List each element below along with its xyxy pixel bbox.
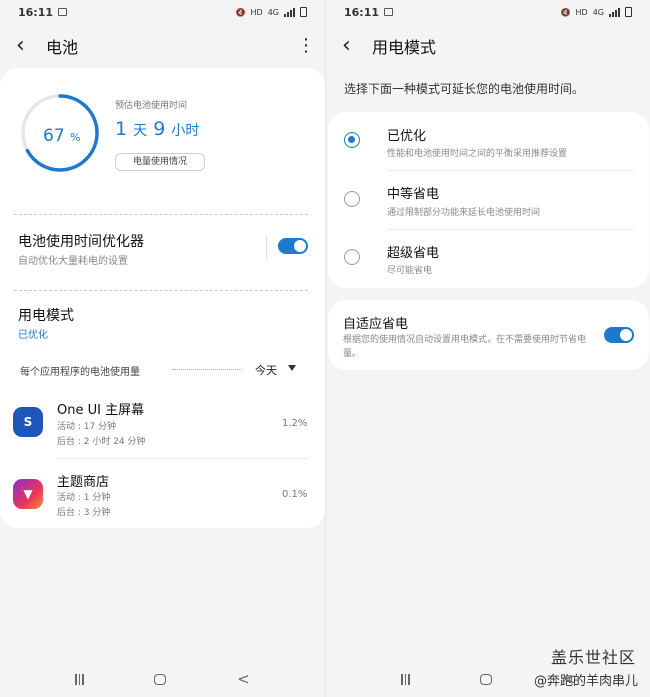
- app-name[interactable]: One UI 主屏幕: [57, 399, 144, 418]
- app-bar: ‹ 用电模式: [326, 24, 650, 68]
- divider: [387, 170, 634, 171]
- divider: [387, 229, 634, 230]
- battery-usage-button[interactable]: 电量使用情况: [115, 153, 205, 171]
- estimate-label: 预估电池使用时间: [115, 101, 188, 111]
- more-options-button[interactable]: ⋮: [297, 37, 315, 55]
- navigation-bar: <: [326, 661, 650, 697]
- per-app-usage-header: 每个应用程序的电池使用量: [20, 367, 140, 378]
- estimate-hours-unit: 小时: [171, 123, 200, 139]
- navigation-bar: <: [0, 661, 325, 697]
- signal-icon: [609, 7, 620, 17]
- divider: [266, 236, 267, 258]
- home-screen-icon[interactable]: S: [13, 407, 43, 437]
- mode-prompt: 选择下面一种模式可延长您的电池使用时间。: [344, 82, 585, 96]
- home-button[interactable]: [154, 673, 167, 685]
- option-title[interactable]: 已优化: [387, 125, 426, 144]
- option-desc: 通过限制部分功能来延长电池使用时间: [387, 208, 541, 218]
- status-time: 16:11: [344, 5, 380, 19]
- recent-apps-button[interactable]: [75, 673, 84, 685]
- option-title[interactable]: 中等省电: [387, 183, 439, 202]
- network-label: 4G: [267, 7, 279, 17]
- power-mode-title[interactable]: 用电模式: [18, 305, 74, 325]
- nav-back-button[interactable]: <: [237, 670, 250, 688]
- optimizer-subtitle: 自动优化大量耗电的设置: [18, 256, 128, 267]
- adaptive-saving-title[interactable]: 自适应省电: [343, 313, 408, 332]
- divider: [172, 369, 242, 370]
- battery-screen: 16:11 🔇 HD 4G ‹ 电池 ⋮ 67 % 预估电池使用时间 1 天 9…: [0, 0, 325, 697]
- optimizer-toggle[interactable]: [278, 238, 308, 254]
- status-bar: 16:11 🔇 HD 4G: [0, 0, 325, 24]
- option-desc: 尽可能省电: [387, 266, 433, 276]
- status-icons: 🔇 HD 4G: [236, 7, 307, 17]
- app-bar: ‹ 电池 ⋮: [0, 24, 325, 68]
- battery-status-icon: [625, 7, 632, 17]
- home-button[interactable]: [480, 673, 493, 685]
- radio-max-saving[interactable]: [344, 249, 360, 265]
- nav-back-button[interactable]: <: [563, 670, 576, 688]
- toggle-knob: [620, 329, 632, 341]
- period-filter[interactable]: 今天: [255, 362, 277, 378]
- app-active-time: 活动 : 17 分钟: [57, 422, 117, 432]
- radio-optimized[interactable]: [344, 132, 360, 148]
- hd-label: HD: [575, 7, 588, 17]
- app-usage-percent: 0.1%: [282, 489, 308, 500]
- theme-store-icon[interactable]: ▼: [13, 479, 43, 509]
- status-icons: 🔇 HD 4G: [561, 7, 632, 17]
- battery-percent-sign: %: [70, 131, 81, 144]
- estimate-hours: 9: [153, 118, 166, 140]
- app-active-time: 活动 : 1 分钟: [57, 493, 111, 503]
- gallery-notification-icon: [384, 8, 394, 16]
- estimate-days-unit: 天: [133, 123, 148, 139]
- app-name[interactable]: 主题商店: [57, 471, 109, 490]
- hd-label: HD: [250, 7, 263, 17]
- back-button[interactable]: ‹: [16, 35, 40, 57]
- radio-medium-saving[interactable]: [344, 191, 360, 207]
- network-label: 4G: [592, 7, 604, 17]
- divider: [14, 290, 308, 291]
- app-usage-percent: 1.2%: [282, 418, 308, 429]
- page-title: 电池: [46, 38, 79, 57]
- status-time: 16:11: [18, 5, 54, 19]
- mute-icon: 🔇: [235, 7, 246, 17]
- estimate-days: 1: [115, 118, 128, 140]
- app-background-time: 后台 : 3 分钟: [57, 508, 111, 518]
- adaptive-saving-desc: 根据您的使用情况自动设置用电模式，在不需要使用时节省电量。: [343, 335, 587, 359]
- signal-icon: [284, 7, 295, 17]
- mode-options-card: [328, 112, 649, 288]
- divider: [14, 214, 308, 215]
- status-bar: 16:11 🔇 HD 4G: [326, 0, 650, 24]
- battery-percent: 67 %: [43, 126, 81, 146]
- option-title[interactable]: 超级省电: [387, 242, 439, 261]
- page-title: 用电模式: [372, 38, 437, 57]
- mute-icon: 🔇: [560, 7, 571, 17]
- brush-icon: ▼: [23, 487, 33, 501]
- toggle-knob: [294, 240, 306, 252]
- back-button[interactable]: ‹: [342, 35, 366, 57]
- battery-status-icon: [300, 7, 307, 17]
- shield-s-icon: S: [23, 415, 33, 429]
- app-background-time: 后台 : 2 小时 24 分钟: [57, 437, 146, 447]
- power-mode-screen: 16:11 🔇 HD 4G ‹ 用电模式 选择下面一种模式可延长您的电池使用时间…: [325, 0, 650, 697]
- dropdown-arrow-icon[interactable]: [288, 365, 296, 371]
- power-mode-value: 已优化: [18, 330, 48, 341]
- option-desc: 性能和电池使用时间之间的平衡采用推荐设置: [387, 149, 568, 159]
- optimizer-title[interactable]: 电池使用时间优化器: [18, 231, 144, 251]
- gallery-notification-icon: [58, 8, 68, 16]
- adaptive-saving-toggle[interactable]: [604, 327, 634, 343]
- estimate-value: 1 天 9 小时: [115, 118, 199, 140]
- recent-apps-button[interactable]: [401, 673, 410, 685]
- battery-percent-value: 67: [43, 126, 65, 146]
- divider: [57, 458, 309, 459]
